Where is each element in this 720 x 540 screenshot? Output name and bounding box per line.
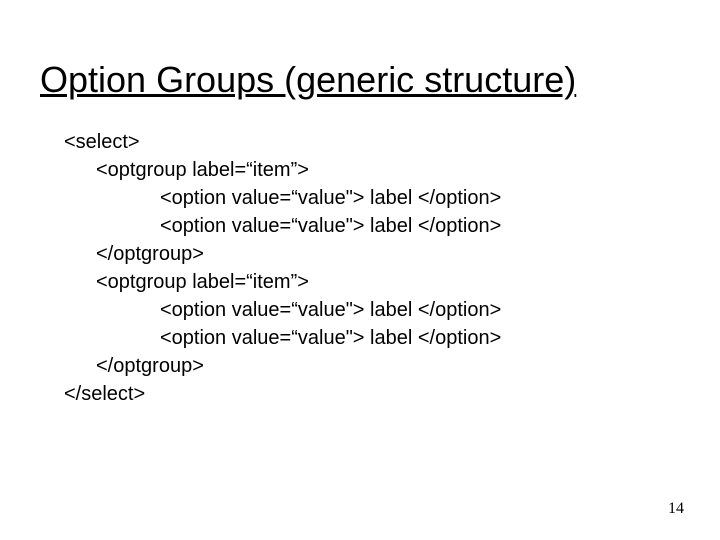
code-line: <select>: [64, 128, 680, 156]
code-line: <option value=“value"> label </option>: [160, 324, 680, 352]
code-example: <select> <optgroup label=“item”> <option…: [64, 128, 680, 408]
code-line: <optgroup label=“item”>: [96, 156, 680, 184]
code-line: <optgroup label=“item”>: [96, 268, 680, 296]
code-line: <option value=“value"> label </option>: [160, 296, 680, 324]
code-line: </optgroup>: [96, 240, 680, 268]
slide-title: Option Groups (generic structure): [40, 60, 680, 100]
code-line: <option value=“value"> label </option>: [160, 212, 680, 240]
page-number: 14: [668, 500, 684, 518]
code-line: <option value=“value"> label </option>: [160, 184, 680, 212]
code-line: </optgroup>: [96, 352, 680, 380]
code-line: </select>: [64, 380, 680, 408]
slide: Option Groups (generic structure) <selec…: [0, 0, 720, 540]
